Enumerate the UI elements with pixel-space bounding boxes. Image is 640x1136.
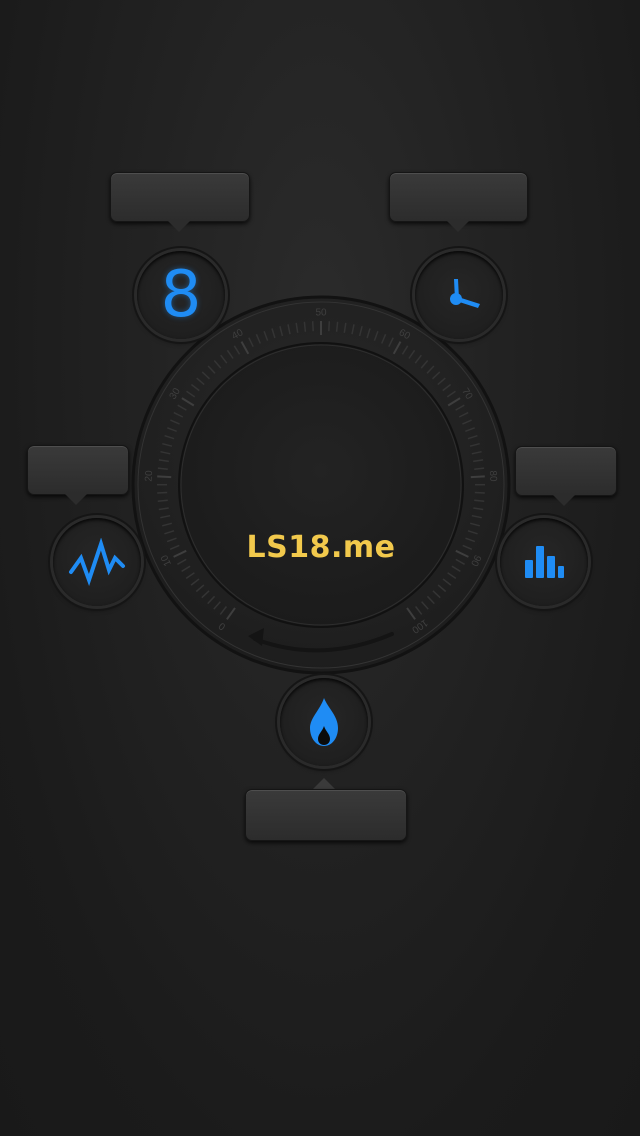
stats-button[interactable] xyxy=(500,518,588,606)
stats-tooltip xyxy=(515,446,617,496)
stats-tooltip-arrow xyxy=(553,495,575,506)
count-tooltip-arrow xyxy=(168,221,190,232)
gauge-scale-label: 80 xyxy=(487,470,499,482)
count-button[interactable]: 8 xyxy=(137,251,225,339)
activity-tooltip-arrow xyxy=(65,494,87,505)
gauge-dial: 0 10 20 30 40 50 60 70 80 90 100 xyxy=(130,294,512,676)
timer-tooltip-arrow xyxy=(447,221,469,232)
calories-tooltip-arrow xyxy=(313,778,335,789)
screen: { "center": { "label": "LS18.me", "label… xyxy=(0,0,640,1136)
pulse-wave-icon xyxy=(69,538,125,586)
flame-icon xyxy=(310,698,338,746)
gauge-tick xyxy=(157,499,168,503)
calories-tooltip xyxy=(245,789,407,841)
gauge-tick xyxy=(303,321,307,332)
gauge-tick xyxy=(474,491,485,494)
count-tooltip xyxy=(110,172,250,222)
gauge-tick xyxy=(157,475,172,479)
gauge-scale-label: 20 xyxy=(144,470,156,482)
bar-chart-icon xyxy=(525,546,564,578)
count-digit: 8 xyxy=(160,258,202,332)
gauge-tick xyxy=(470,475,485,479)
gauge-tick xyxy=(474,499,485,503)
activity-tooltip xyxy=(27,445,129,495)
gauge-tick xyxy=(157,491,168,494)
timer-button[interactable] xyxy=(415,251,503,339)
center-label: LS18.me xyxy=(246,530,396,565)
timer-tooltip xyxy=(389,172,528,222)
gauge-tick xyxy=(311,321,314,332)
clock-hands-icon xyxy=(450,279,480,308)
gauge-tick xyxy=(328,321,331,332)
gauge-scale-label: 50 xyxy=(315,308,327,319)
calories-button[interactable] xyxy=(280,678,368,766)
gauge-dial-graphic: 0102030405060708090100 xyxy=(131,295,511,675)
gauge-tick xyxy=(335,321,339,332)
activity-button[interactable] xyxy=(53,518,141,606)
